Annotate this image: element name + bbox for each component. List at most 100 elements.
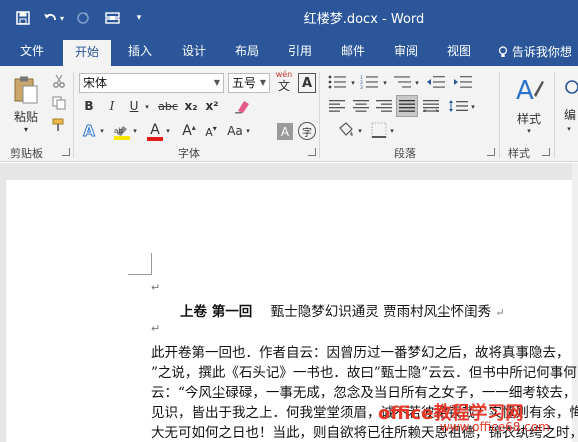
- numbering-icon[interactable]: 123: [359, 74, 381, 90]
- window-title: 红楼梦.docx - Word: [303, 12, 425, 27]
- chevron-down-icon[interactable]: ▾: [524, 126, 534, 136]
- bold-button[interactable]: B: [81, 97, 97, 115]
- increase-indent-icon[interactable]: [452, 74, 474, 90]
- italic-button[interactable]: I: [104, 97, 120, 115]
- tab-layout[interactable]: 布局: [235, 42, 259, 66]
- page-margin-marker: [128, 253, 152, 275]
- body-text-line: 此开卷第一回也．作者自云：因曾历过一番梦幻之后，故将真事隐去，: [151, 345, 570, 361]
- styles-gallery-icon[interactable]: A: [513, 72, 545, 106]
- tab-insert[interactable]: 插入: [128, 42, 152, 66]
- paragraph-launcher-icon[interactable]: [487, 148, 495, 156]
- phonetic-guide-label: wén: [275, 70, 293, 79]
- highlight-icon[interactable]: ab: [112, 121, 132, 143]
- chapter-heading-title: 甄士隐梦幻识通灵 贾雨村风尘怀闺秀: [270, 304, 492, 320]
- paragraph-mark: ↵: [151, 281, 161, 294]
- font-size-box[interactable]: 五号 ▼: [228, 73, 270, 93]
- watermark-url: www.office68.com: [440, 420, 550, 434]
- group-divider: [73, 72, 74, 158]
- font-name-box[interactable]: 宋体 ▼: [79, 73, 224, 93]
- chevron-down-icon[interactable]: ▾: [164, 126, 172, 136]
- highlight-color-bar: [114, 136, 130, 140]
- shrink-font-label: A: [205, 125, 213, 139]
- cut-icon[interactable]: [50, 72, 68, 90]
- decrease-indent-icon[interactable]: [425, 74, 447, 90]
- editing-button-label[interactable]: 编: [562, 106, 578, 122]
- font-launcher-icon[interactable]: [308, 148, 316, 156]
- ribbon-home: 粘贴 ▾ 剪贴板 宋体 ▼ 五号 ▼ wén 文 A B I U ▾ abc x…: [0, 66, 578, 162]
- paste-icon[interactable]: [12, 74, 40, 106]
- chevron-down-icon[interactable]: ▾: [381, 78, 389, 88]
- group-label-font: 字体: [178, 147, 200, 160]
- title-bar: ▾ ▾ 红楼梦.docx - Word: [0, 0, 578, 36]
- distributed-icon[interactable]: [422, 98, 440, 114]
- subscript-button[interactable]: x₂: [182, 97, 200, 115]
- group-label-clipboard: 剪贴板: [10, 147, 43, 160]
- tab-references[interactable]: 引用: [288, 42, 312, 66]
- font-name-value: 宋体: [83, 76, 108, 90]
- character-border-icon[interactable]: A: [298, 73, 316, 93]
- paste-dropdown-icon[interactable]: ▾: [20, 124, 32, 134]
- paragraph-mark: ↵: [151, 322, 161, 335]
- find-icon[interactable]: [562, 76, 578, 104]
- text-effects-icon[interactable]: A: [80, 121, 98, 141]
- tab-review[interactable]: 审阅: [394, 42, 418, 66]
- chevron-down-icon[interactable]: ▼: [260, 74, 266, 92]
- chevron-down-icon[interactable]: ▾: [413, 78, 421, 88]
- shading-icon[interactable]: [335, 121, 357, 139]
- chapter-heading: 上卷 第一回 甄士隐梦幻识通灵 贾雨村风尘怀闺秀 ↵: [180, 300, 505, 320]
- group-label-styles: 样式: [508, 147, 530, 160]
- borders-icon[interactable]: [370, 121, 388, 139]
- styles-button-label[interactable]: 样式: [511, 110, 547, 126]
- tab-home[interactable]: 开始: [63, 40, 112, 66]
- change-case-label: Aa: [227, 124, 243, 138]
- styles-launcher-icon[interactable]: [542, 148, 550, 156]
- chevron-down-icon[interactable]: ▾: [388, 126, 396, 136]
- grow-font-label: A: [182, 123, 192, 139]
- tab-mailings[interactable]: 邮件: [341, 42, 365, 66]
- copy-icon[interactable]: [50, 94, 68, 112]
- tab-design[interactable]: 设计: [182, 42, 206, 66]
- align-left-icon[interactable]: [328, 98, 346, 114]
- font-size-value: 五号: [232, 76, 257, 90]
- strikethrough-button[interactable]: abc: [157, 97, 179, 115]
- text-effects-label: A: [83, 122, 96, 141]
- shrink-font-icon[interactable]: A ▾: [201, 123, 221, 141]
- body-text-line: ”之说，撰此《石头记》一书也．故曰”甄士隐”云云．但书中所记何事何: [151, 365, 577, 381]
- clear-formatting-icon[interactable]: [232, 96, 252, 116]
- format-painter-icon[interactable]: [50, 116, 68, 134]
- underline-button[interactable]: U: [126, 97, 142, 115]
- line-spacing-icon[interactable]: [447, 98, 469, 114]
- chevron-down-icon[interactable]: ▾: [142, 101, 152, 113]
- clipboard-launcher-icon[interactable]: [62, 148, 70, 156]
- chevron-down-icon[interactable]: ▼: [214, 74, 220, 92]
- tab-file[interactable]: 文件: [20, 42, 44, 66]
- chevron-down-icon[interactable]: ▾: [469, 102, 477, 112]
- chevron-down-icon[interactable]: ▾: [244, 126, 252, 136]
- svg-text:A: A: [516, 76, 534, 105]
- phonetic-guide-icon[interactable]: wén 文: [274, 70, 294, 94]
- change-case-icon[interactable]: Aa: [224, 121, 246, 141]
- align-center-icon[interactable]: [352, 98, 370, 114]
- chevron-down-icon[interactable]: ▾: [356, 126, 364, 136]
- grow-font-icon[interactable]: A ▴: [179, 121, 199, 141]
- align-right-icon[interactable]: [375, 98, 393, 114]
- enclose-characters-icon[interactable]: 字: [298, 122, 316, 140]
- tab-view[interactable]: 视图: [447, 42, 471, 66]
- tell-me-box[interactable]: 告诉我你想: [498, 43, 572, 60]
- chevron-down-icon[interactable]: ▾: [564, 124, 574, 134]
- paste-button-label[interactable]: 粘贴: [10, 108, 42, 124]
- group-divider: [319, 72, 320, 158]
- font-color-bar: [147, 137, 163, 141]
- chevron-down-icon[interactable]: ▾: [98, 126, 106, 136]
- chevron-down-icon[interactable]: ▾: [349, 78, 357, 88]
- chevron-down-icon[interactable]: ▾: [131, 126, 139, 136]
- group-divider: [554, 72, 555, 158]
- svg-text:ab: ab: [114, 127, 123, 135]
- bullets-icon[interactable]: [327, 74, 349, 90]
- multilevel-list-icon[interactable]: [392, 74, 414, 90]
- font-color-icon[interactable]: A: [145, 121, 165, 143]
- superscript-button[interactable]: x²: [203, 97, 221, 115]
- body-text-line: 云：“今风尘碌碌，一事无成，忽念及当日所有之女子，一一细考较去，: [151, 385, 577, 401]
- character-shading-icon[interactable]: A: [277, 123, 293, 140]
- justify-icon[interactable]: [396, 95, 418, 117]
